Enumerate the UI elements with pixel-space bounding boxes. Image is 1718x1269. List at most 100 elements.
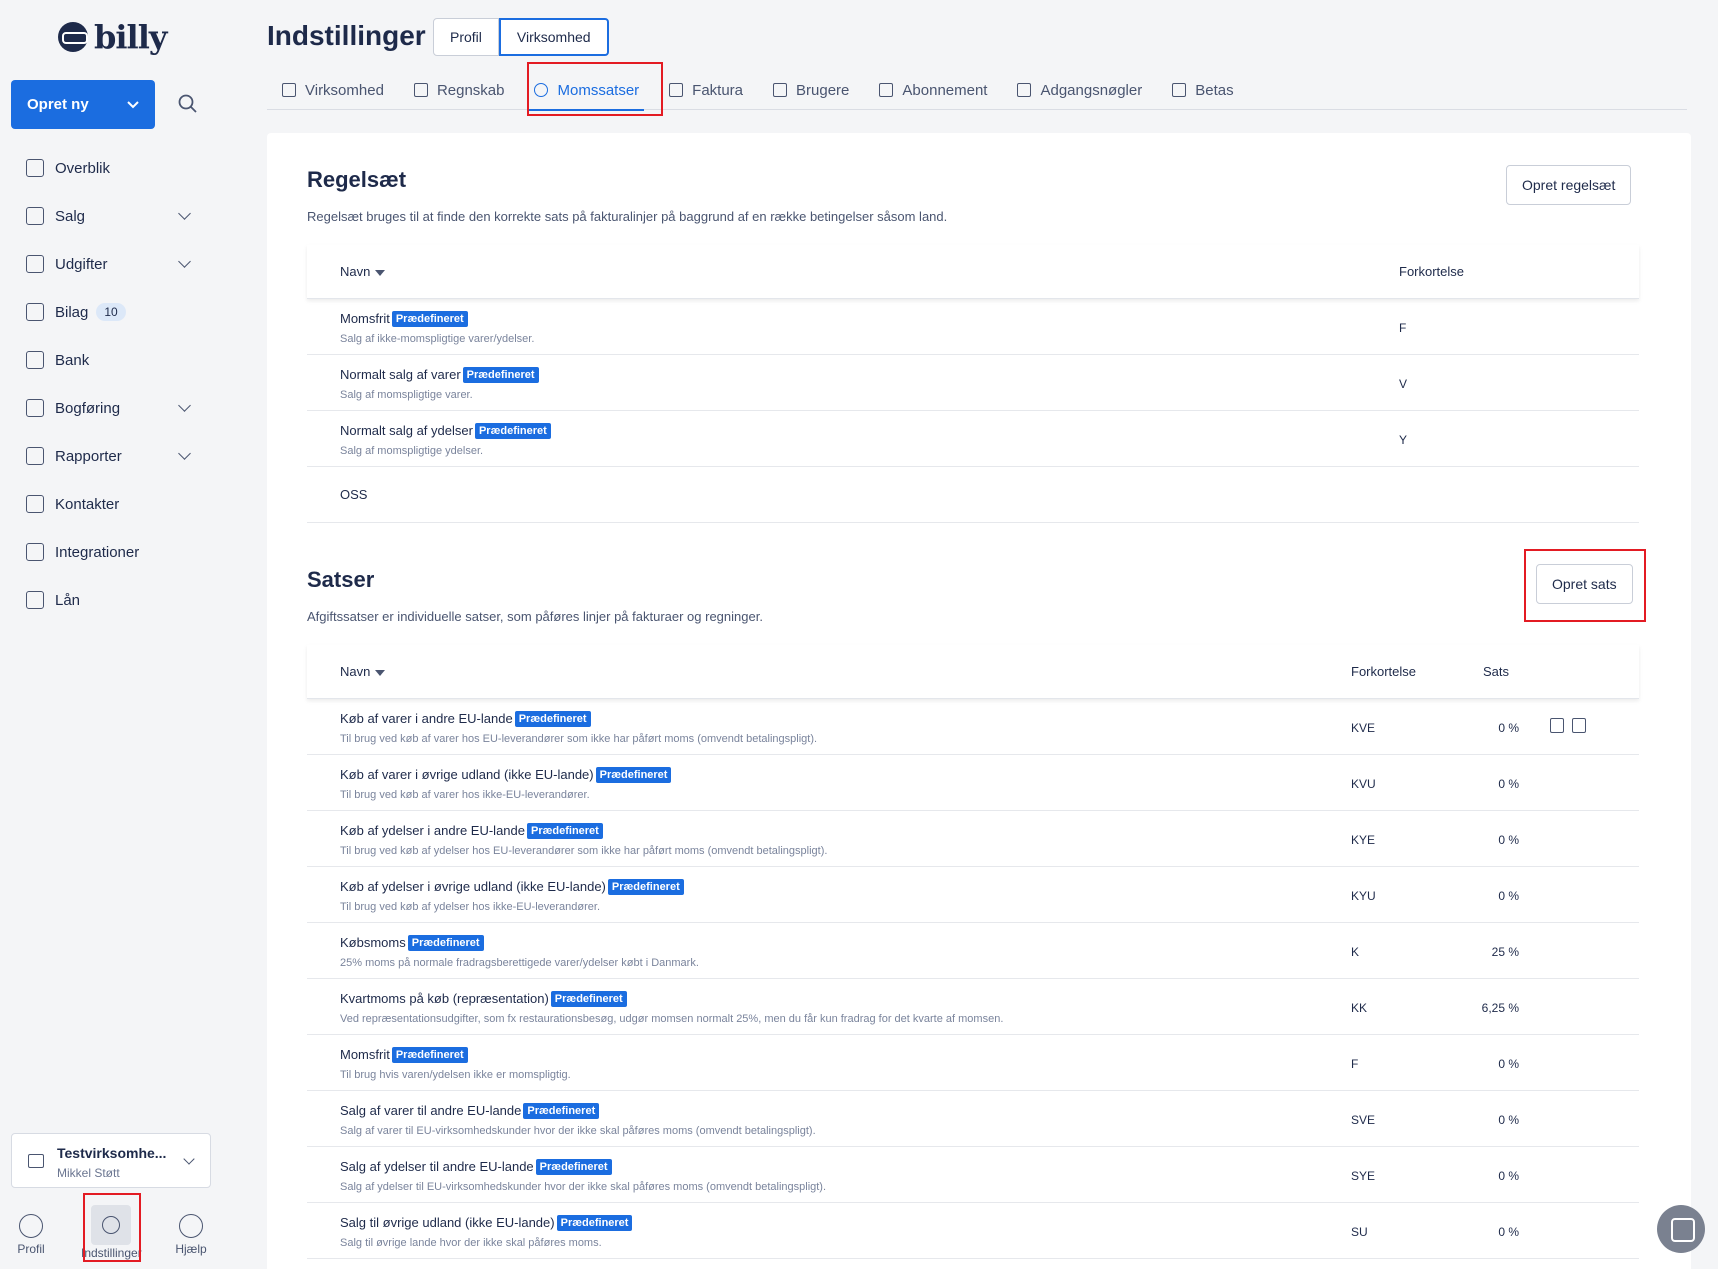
sidebar-item-label: Rapporter: [55, 447, 122, 465]
company-name: Testvirksomhe...: [57, 1145, 167, 1161]
table-row[interactable]: Momsfrit Prædefineret Salg af ikke-momspli…: [307, 299, 1639, 355]
tab-abonnement[interactable]: Abonnement: [864, 70, 1002, 110]
col-name-label: Navn: [340, 264, 371, 279]
sidebar-item-bilag[interactable]: Bilag 10: [0, 288, 227, 336]
users-icon: [773, 83, 788, 97]
rate-name-cell: Salg til øvrige udland (ikke EU-lande) Pr…: [340, 1215, 633, 1231]
predefined-badge: Prædefineret: [535, 1159, 612, 1175]
predefined-badge: Prædefineret: [391, 311, 468, 327]
cart-icon: [26, 207, 44, 225]
sidebar-item-salg[interactable]: Salg: [0, 192, 227, 240]
rate-name-cell: Salg af ydelser til andre EU-lande Prædef…: [340, 1159, 612, 1175]
predefined-badge: Prædefineret: [462, 367, 539, 383]
chevron-down-icon[interactable]: [178, 255, 191, 268]
sidebar-item-lån[interactable]: Lån: [0, 576, 227, 624]
ruleset-name: Momsfrit: [340, 311, 390, 326]
rate-abbreviation: KYE: [1351, 833, 1376, 847]
tab-label: Betas: [1195, 81, 1234, 99]
row-actions: [1550, 718, 1586, 733]
settings-scope-toggle: Profil Virksomhed: [433, 18, 609, 56]
sidebar-item-label: Bogføring: [55, 399, 121, 417]
rulesets-title: Regelsæt: [307, 167, 407, 192]
sidebar-item-bogføring[interactable]: Bogføring: [0, 384, 227, 432]
predefined-badge: Prædefineret: [607, 879, 684, 895]
table-row[interactable]: Momsfrit Prædefineret Til brug hvis varen/…: [307, 1035, 1639, 1091]
rate-description: Salg af varer til EU-virksomhedskunder h…: [340, 1125, 816, 1137]
table-row[interactable]: Kvartmoms på køb (repræsentation) Prædefi…: [307, 979, 1639, 1035]
chevron-down-icon: [183, 1153, 195, 1165]
rate-name-cell: Køb af varer i øvrige udland (ikke EU-la…: [340, 767, 672, 783]
predefined-badge: Prædefineret: [407, 935, 484, 951]
rate-name-cell: Køb af ydelser i andre EU-lande Prædefine…: [340, 823, 603, 839]
sidebar-item-overblik[interactable]: Overblik: [0, 144, 227, 192]
sidebar-item-kontakter[interactable]: Kontakter: [0, 480, 227, 528]
help-icon: [179, 1214, 203, 1238]
ruleset-description: Salg af ikke-momspligtige varer/ydelser.: [340, 333, 535, 345]
table-row[interactable]: Salg af varer til andre EU-lande Prædefin…: [307, 1091, 1639, 1147]
table-row[interactable]: Normalt salg af varer Prædefineret Salg af…: [307, 355, 1639, 411]
col-abbr-header: Forkortelse: [1351, 664, 1417, 679]
tab-regnskab[interactable]: Regnskab: [399, 70, 520, 110]
segment-profile[interactable]: Profil: [433, 18, 499, 56]
sidebar-item-label: Integrationer: [55, 543, 140, 561]
sidebar-item-label: Udgifter: [55, 255, 108, 273]
main-content: Indstillinger Profil Virksomhed Virksomh…: [227, 0, 1718, 1269]
table-row[interactable]: Køb af ydelser i øvrige udland (ikke EU-…: [307, 867, 1639, 923]
sidebar-item-integrationer[interactable]: Integrationer: [0, 528, 227, 576]
predefined-badge: Prædefineret: [556, 1215, 633, 1231]
chevron-down-icon[interactable]: [178, 447, 191, 460]
ruleset-name: Normalt salg af ydelser: [340, 423, 473, 438]
create-ruleset-button[interactable]: Opret regelsæt: [1506, 165, 1632, 205]
chevron-down-icon[interactable]: [178, 399, 191, 412]
bottom-nav-help[interactable]: Hjælp: [161, 1200, 221, 1256]
rate-value: 0 %: [1498, 889, 1519, 903]
rulesets-table: Navn Forkortelse Momsfrit Prædefineret Sal…: [307, 245, 1639, 523]
search-icon[interactable]: [176, 92, 200, 116]
table-row[interactable]: Køb af varer i øvrige udland (ikke EU-la…: [307, 755, 1639, 811]
table-row[interactable]: OSS: [307, 467, 1639, 523]
table-row[interactable]: Købsmoms Prædefineret 25% moms på normale …: [307, 923, 1639, 979]
sidebar-item-bank[interactable]: Bank: [0, 336, 227, 384]
table-row[interactable]: Normalt salg af ydelser Prædefineret Salg …: [307, 411, 1639, 467]
ruleset-name-cell: Momsfrit Prædefineret: [340, 311, 468, 327]
rate-abbreviation: SYE: [1351, 1169, 1376, 1183]
rate-name: Køb af ydelser i andre EU-lande: [340, 823, 525, 838]
sidebar-item-udgifter[interactable]: Udgifter: [0, 240, 227, 288]
rate-name: Salg af varer til andre EU-lande: [340, 1103, 522, 1118]
tab-faktura[interactable]: Faktura: [654, 70, 758, 110]
rate-abbreviation: KVU: [1351, 777, 1376, 791]
tab-adgangsnøgler[interactable]: Adgangsnøgler: [1002, 70, 1157, 110]
rate-description: Til brug ved køb af varer hos ikke-EU-le…: [340, 789, 590, 801]
rate-description: Til brug ved køb af ydelser hos ikke-EU-…: [340, 901, 601, 913]
sidebar-item-label: Bilag: [55, 303, 89, 321]
ruleset-name-cell: Normalt salg af ydelser Prædefineret: [340, 423, 551, 439]
create-new-label: Opret ny: [27, 96, 89, 113]
trash-icon[interactable]: [1572, 718, 1586, 733]
table-row[interactable]: Køb af varer i andre EU-lande Prædefinere…: [307, 699, 1639, 755]
segment-company[interactable]: Virksomhed: [498, 18, 609, 56]
contact-icon: [26, 495, 44, 513]
predefined-badge: Prædefineret: [474, 423, 551, 439]
chevron-down-icon[interactable]: [178, 207, 191, 220]
chat-support-button[interactable]: [1657, 1205, 1705, 1253]
table-row[interactable]: Køb af ydelser i andre EU-lande Prædefine…: [307, 811, 1639, 867]
company-switcher[interactable]: Testvirksomhe... Mikkel Støtt: [11, 1133, 211, 1188]
sidebar: billy Opret ny Overblik Salg Udgifter Bilag…: [0, 0, 227, 1269]
bottom-nav-profile[interactable]: Profil: [1, 1200, 61, 1256]
tab-brugere[interactable]: Brugere: [758, 70, 864, 110]
rate-name: Momsfrit: [340, 1047, 390, 1062]
billy-logo[interactable]: billy: [58, 18, 167, 56]
rate-name: Køb af varer i øvrige udland (ikke EU-la…: [340, 767, 594, 782]
col-name-header[interactable]: Navn: [340, 664, 386, 679]
ruleset-abbreviation: Y: [1399, 433, 1408, 447]
money-bag-icon: [26, 591, 44, 609]
table-row[interactable]: Salg af ydelser til andre EU-lande Prædef…: [307, 1147, 1639, 1203]
rate-abbreviation: KK: [1351, 1001, 1368, 1015]
create-new-button[interactable]: Opret ny: [11, 80, 155, 129]
col-name-header[interactable]: Navn: [340, 264, 386, 279]
tab-virksomhed[interactable]: Virksomhed: [267, 70, 399, 110]
tab-betas[interactable]: Betas: [1157, 70, 1248, 110]
edit-icon[interactable]: [1550, 718, 1564, 733]
sidebar-item-rapporter[interactable]: Rapporter: [0, 432, 227, 480]
table-row[interactable]: Salg til øvrige udland (ikke EU-lande) Pr…: [307, 1203, 1639, 1259]
